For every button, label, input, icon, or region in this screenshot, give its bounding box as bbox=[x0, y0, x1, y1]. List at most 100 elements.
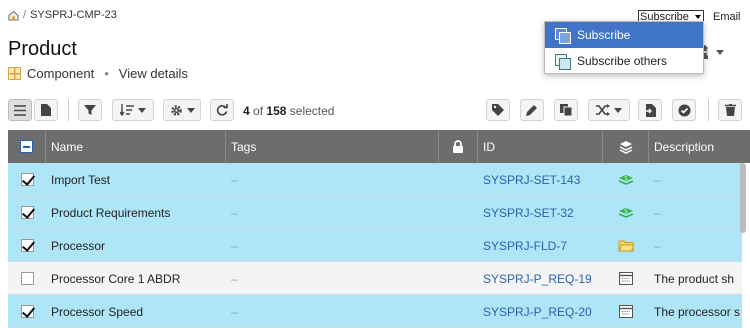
svg-text:S: S bbox=[624, 176, 627, 182]
row-id-link[interactable]: SYSPRJ-SET-32 bbox=[478, 196, 603, 229]
row-select-cell[interactable] bbox=[8, 229, 46, 262]
subscribe-others-option[interactable]: Subscribe others bbox=[545, 48, 703, 74]
email-link[interactable]: Email bbox=[713, 11, 741, 23]
row-select-cell[interactable] bbox=[8, 295, 46, 328]
table-row[interactable]: Processor – SYSPRJ-FLD-7– bbox=[8, 229, 742, 262]
separator-dot: • bbox=[104, 66, 109, 81]
column-header-name[interactable]: Name bbox=[46, 130, 226, 163]
review-button[interactable] bbox=[672, 99, 696, 121]
select-all-cell[interactable] bbox=[8, 130, 46, 163]
scrollbar-thumb[interactable] bbox=[740, 163, 746, 233]
chevron-down-icon bbox=[186, 107, 195, 113]
requirement-icon bbox=[603, 262, 649, 295]
subscribe-icon bbox=[555, 28, 571, 44]
gear-icon bbox=[170, 104, 182, 116]
column-header-tags[interactable]: Tags bbox=[226, 130, 439, 163]
table-row[interactable]: Product Requirements – SYSPRJ-SET-32 S – bbox=[8, 196, 742, 229]
selected-word: selected bbox=[289, 104, 335, 118]
component-icon bbox=[8, 67, 21, 80]
row-id-link[interactable]: SYSPRJ-P_REQ-20 bbox=[478, 295, 603, 328]
list-icon bbox=[14, 104, 26, 116]
row-id-link[interactable]: SYSPRJ-SET-143 bbox=[478, 163, 603, 196]
import-icon bbox=[644, 103, 656, 117]
selected-number: 4 bbox=[243, 104, 250, 118]
move-button[interactable] bbox=[588, 99, 630, 121]
subscribe-option[interactable]: Subscribe bbox=[545, 22, 703, 48]
row-description: – bbox=[654, 205, 661, 220]
table-row[interactable]: Processor Speed – SYSPRJ-P_REQ-20 The proce… bbox=[8, 295, 742, 328]
document-view-button[interactable] bbox=[34, 99, 58, 121]
refresh-icon bbox=[216, 104, 228, 116]
requirement-icon bbox=[603, 295, 649, 328]
row-tags: – bbox=[231, 271, 238, 286]
svg-text:S: S bbox=[624, 209, 627, 215]
row-id-link[interactable]: SYSPRJ-P_REQ-19 bbox=[478, 262, 603, 295]
edit-button[interactable] bbox=[520, 99, 544, 121]
tag-icon bbox=[492, 104, 504, 116]
row-checkbox[interactable] bbox=[20, 239, 34, 252]
chevron-down-icon bbox=[695, 15, 701, 19]
table-header: Name Tags ID Description bbox=[8, 130, 750, 163]
layers-icon bbox=[619, 140, 632, 154]
set-icon: S bbox=[603, 163, 649, 196]
delete-button[interactable] bbox=[718, 99, 742, 121]
breadcrumb-item[interactable]: SYSPRJ-CMP-23 bbox=[30, 9, 117, 21]
table-row[interactable]: Processor Core 1 ABDR – SYSPRJ-P_REQ-19 The… bbox=[8, 262, 742, 295]
row-tags: – bbox=[231, 205, 238, 220]
row-checkbox[interactable] bbox=[20, 206, 34, 219]
subscribe-option-label: Subscribe bbox=[577, 28, 631, 42]
view-details-link[interactable]: View details bbox=[119, 66, 188, 81]
row-select-cell[interactable] bbox=[8, 262, 46, 295]
row-id-link[interactable]: SYSPRJ-FLD-7 bbox=[478, 229, 603, 262]
item-type-label: Component bbox=[27, 66, 95, 81]
breadcrumb: / SYSPRJ-CMP-23 bbox=[8, 9, 117, 21]
import-button[interactable] bbox=[638, 99, 662, 121]
filter-icon bbox=[84, 105, 96, 115]
subscribe-dropdown: Subscribe Subscribe others bbox=[544, 21, 704, 74]
settings-button[interactable] bbox=[163, 99, 201, 121]
refresh-button[interactable] bbox=[210, 99, 234, 121]
list-view-button[interactable] bbox=[8, 99, 32, 121]
toolbar-divider bbox=[68, 99, 69, 121]
select-all-checkbox[interactable] bbox=[20, 140, 33, 153]
row-select-cell[interactable] bbox=[8, 163, 46, 196]
row-checkbox[interactable] bbox=[20, 272, 34, 285]
column-header-type[interactable] bbox=[603, 130, 649, 163]
column-header-description[interactable]: Description bbox=[649, 130, 750, 163]
row-tags: – bbox=[231, 172, 238, 187]
row-name[interactable]: Processor bbox=[46, 229, 226, 262]
row-select-cell[interactable] bbox=[8, 196, 46, 229]
folder-icon bbox=[603, 229, 649, 262]
check-circle-icon bbox=[678, 104, 690, 116]
column-header-lock[interactable] bbox=[439, 130, 478, 163]
total-number: 158 bbox=[266, 104, 287, 118]
copy-button[interactable] bbox=[554, 99, 578, 121]
copy-icon bbox=[559, 103, 572, 116]
row-name[interactable]: Product Requirements bbox=[46, 196, 226, 229]
chevron-down-icon bbox=[716, 49, 724, 55]
tag-button[interactable] bbox=[486, 99, 510, 121]
row-name[interactable]: Processor Core 1 ABDR bbox=[46, 262, 226, 295]
items-table: Name Tags ID Description Import Test – SYS… bbox=[8, 130, 750, 328]
pencil-icon bbox=[526, 105, 537, 116]
row-tags: – bbox=[231, 304, 238, 319]
shuffle-icon bbox=[596, 104, 610, 116]
row-description: – bbox=[654, 238, 661, 253]
set-icon: S bbox=[603, 196, 649, 229]
table-scrollbar[interactable] bbox=[739, 163, 747, 328]
home-icon[interactable] bbox=[8, 10, 19, 21]
column-header-id[interactable]: ID bbox=[478, 130, 603, 163]
row-description: – bbox=[654, 172, 661, 187]
filter-button[interactable] bbox=[78, 99, 102, 121]
item-type-row: Component • View details bbox=[8, 66, 188, 81]
table-row[interactable]: Import Test – SYSPRJ-SET-143 S – bbox=[8, 163, 742, 196]
sort-button[interactable] bbox=[112, 99, 154, 121]
subscribe-others-icon bbox=[555, 54, 571, 70]
trash-icon bbox=[724, 104, 736, 116]
row-tags: – bbox=[231, 238, 238, 253]
row-checkbox[interactable] bbox=[20, 173, 34, 186]
row-checkbox[interactable] bbox=[20, 305, 34, 318]
row-name[interactable]: Processor Speed bbox=[46, 295, 226, 328]
chevron-down-icon bbox=[614, 107, 622, 113]
row-name[interactable]: Import Test bbox=[46, 163, 226, 196]
